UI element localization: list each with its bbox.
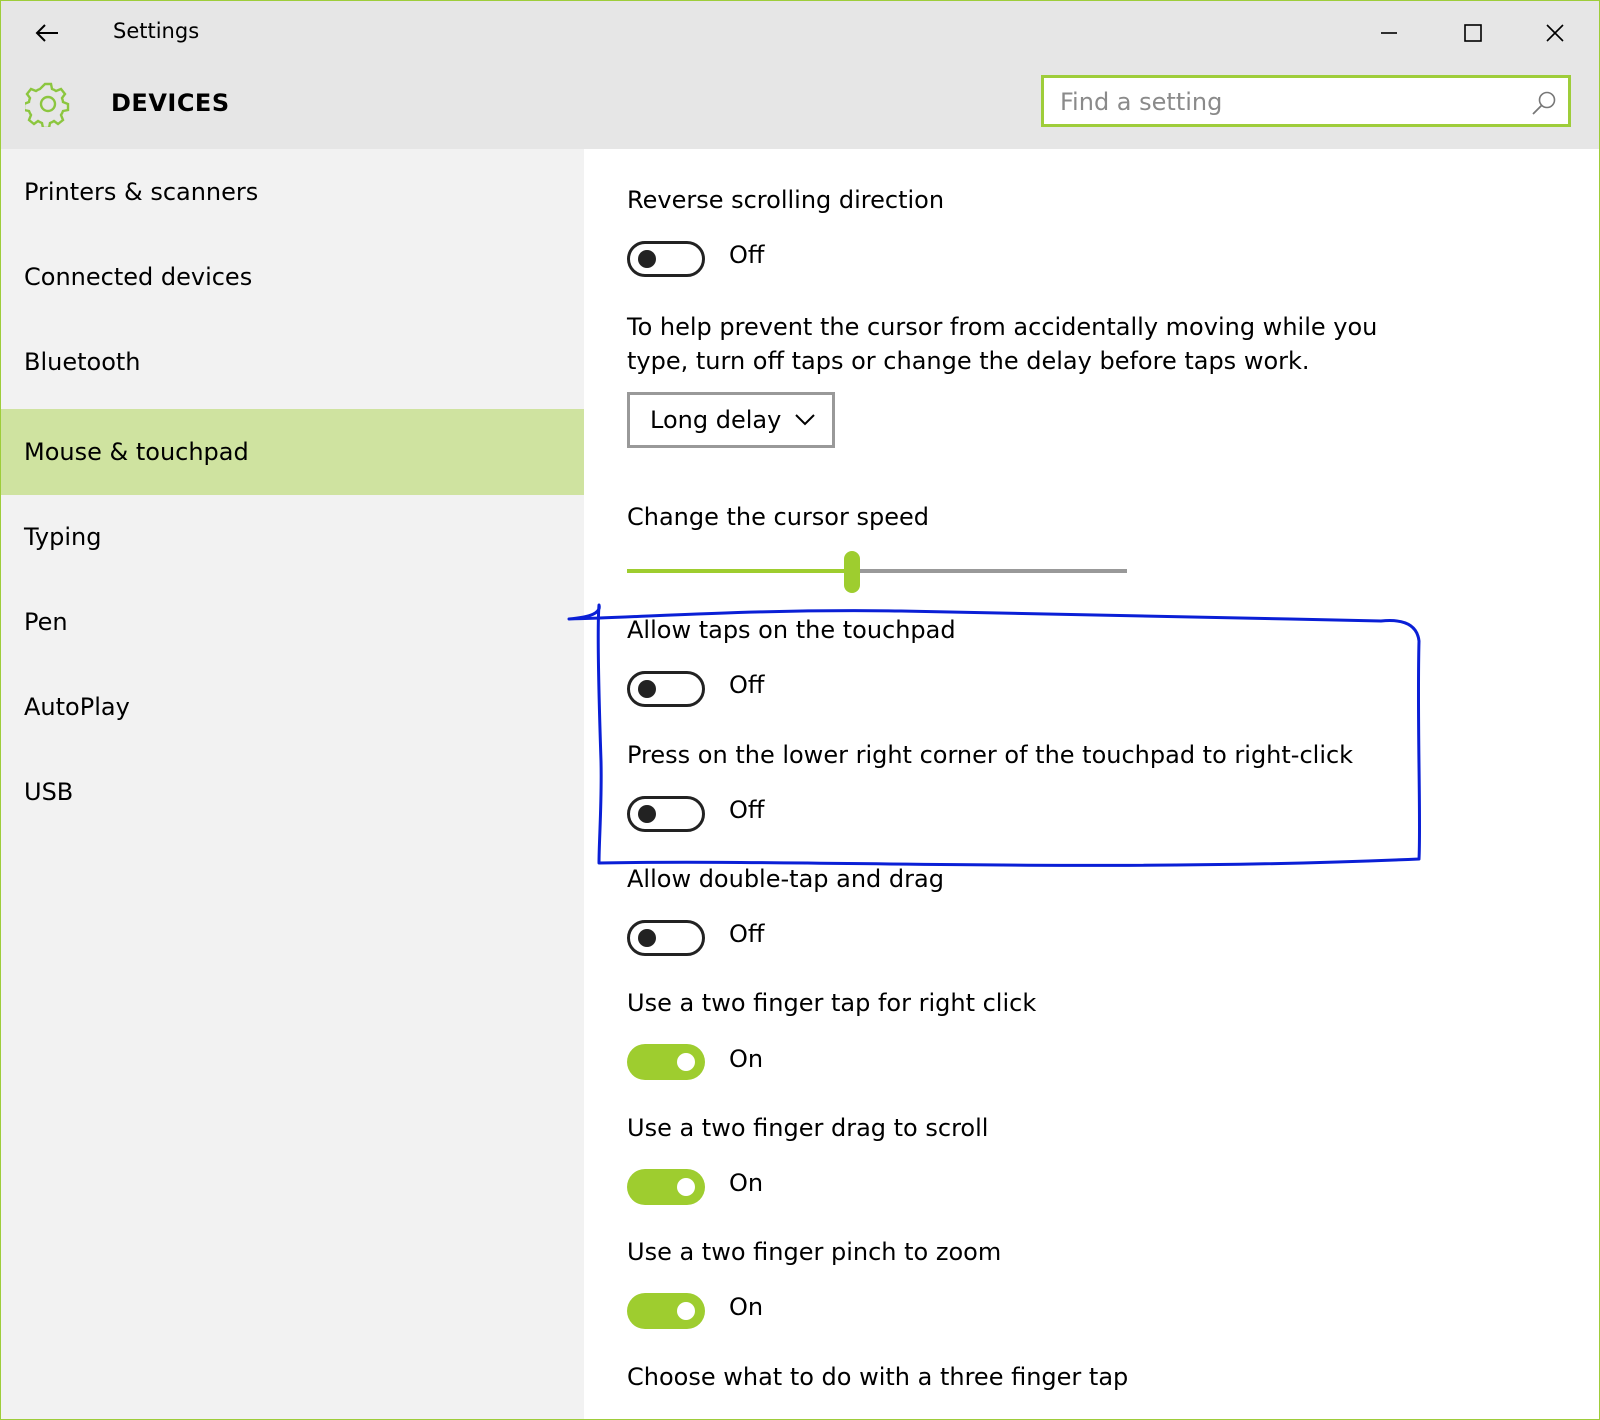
two-finger-tap-state: On — [729, 1045, 764, 1073]
two-finger-tap-label: Use a two finger tap for right click — [627, 989, 1037, 1017]
reverse-scroll-label: Reverse scrolling direction — [627, 186, 945, 214]
maximize-button[interactable] — [1441, 9, 1505, 57]
sidebar-item-label: Mouse & touchpad — [24, 438, 249, 466]
settings-window: Settings DEVICES Find a setting Printers… — [0, 0, 1600, 1420]
two-finger-drag-state: On — [729, 1169, 764, 1197]
reverse-scroll-toggle[interactable] — [627, 241, 705, 277]
sidebar-item-autoplay[interactable]: AutoPlay — [1, 664, 584, 750]
sidebar-item-label: USB — [24, 778, 74, 806]
tap-delay-dropdown[interactable]: Long delay — [627, 392, 835, 448]
sidebar-item-label: AutoPlay — [24, 693, 130, 721]
two-finger-tap-toggle[interactable] — [627, 1044, 705, 1080]
sidebar-item-connected-devices[interactable]: Connected devices — [1, 234, 584, 320]
two-finger-drag-label: Use a two finger drag to scroll — [627, 1114, 989, 1142]
sidebar: Printers & scanners Connected devices Bl… — [1, 149, 584, 1419]
sidebar-item-label: Typing — [24, 523, 102, 551]
sidebar-item-label: Connected devices — [24, 263, 253, 291]
two-finger-pinch-state: On — [729, 1293, 764, 1321]
settings-header: DEVICES — [1, 65, 1599, 149]
double-tap-state: Off — [729, 920, 765, 948]
allow-taps-toggle[interactable] — [627, 671, 705, 707]
maximize-icon — [1464, 24, 1482, 42]
two-finger-drag-toggle[interactable] — [627, 1169, 705, 1205]
minimize-button[interactable] — [1357, 9, 1421, 57]
search-input[interactable] — [1058, 82, 1522, 122]
double-tap-toggle[interactable] — [627, 920, 705, 956]
gear-icon — [25, 82, 70, 127]
reverse-scroll-state: Off — [729, 241, 765, 269]
lower-right-click-label: Press on the lower right corner of the t… — [627, 741, 1354, 769]
cursor-speed-slider[interactable] — [627, 551, 1127, 593]
sidebar-item-bluetooth[interactable]: Bluetooth — [1, 319, 584, 405]
cursor-speed-label: Change the cursor speed — [627, 503, 929, 531]
sidebar-item-mouse-touchpad[interactable]: Mouse & touchpad — [1, 409, 584, 495]
minimize-icon — [1381, 32, 1397, 34]
sidebar-item-label: Printers & scanners — [24, 178, 259, 206]
chevron-down-icon — [795, 414, 815, 426]
lower-right-click-toggle[interactable] — [627, 796, 705, 832]
search-box[interactable] — [1041, 75, 1571, 127]
allow-taps-label: Allow taps on the touchpad — [627, 616, 956, 644]
slider-track — [852, 569, 1127, 573]
close-button[interactable] — [1523, 9, 1587, 57]
lower-right-click-state: Off — [729, 796, 765, 824]
tap-delay-description: To help prevent the cursor from accident… — [627, 313, 1378, 375]
double-tap-label: Allow double-tap and drag — [627, 865, 944, 893]
section-title: DEVICES — [111, 89, 230, 117]
sidebar-item-label: Pen — [24, 608, 68, 636]
two-finger-pinch-toggle[interactable] — [627, 1293, 705, 1329]
allow-taps-state: Off — [729, 671, 765, 699]
window-title: Settings — [113, 19, 200, 43]
slider-thumb[interactable] — [844, 551, 860, 593]
back-button[interactable] — [27, 15, 67, 51]
sidebar-item-label: Bluetooth — [24, 348, 141, 376]
sidebar-item-printers-scanners[interactable]: Printers & scanners — [1, 149, 584, 235]
title-bar: Settings — [1, 1, 1599, 65]
sidebar-item-typing[interactable]: Typing — [1, 494, 584, 580]
three-finger-tap-label: Choose what to do with a three finger ta… — [627, 1363, 1129, 1391]
close-icon — [1546, 24, 1564, 42]
slider-fill — [627, 569, 852, 573]
sidebar-item-usb[interactable]: USB — [1, 749, 584, 835]
search-icon[interactable] — [1530, 89, 1558, 117]
sidebar-item-pen[interactable]: Pen — [1, 579, 584, 665]
tap-delay-value: Long delay — [650, 406, 782, 434]
two-finger-pinch-label: Use a two finger pinch to zoom — [627, 1238, 1002, 1266]
settings-content: Reverse scrolling direction Off To help … — [584, 149, 1599, 1419]
back-arrow-icon — [35, 24, 58, 42]
